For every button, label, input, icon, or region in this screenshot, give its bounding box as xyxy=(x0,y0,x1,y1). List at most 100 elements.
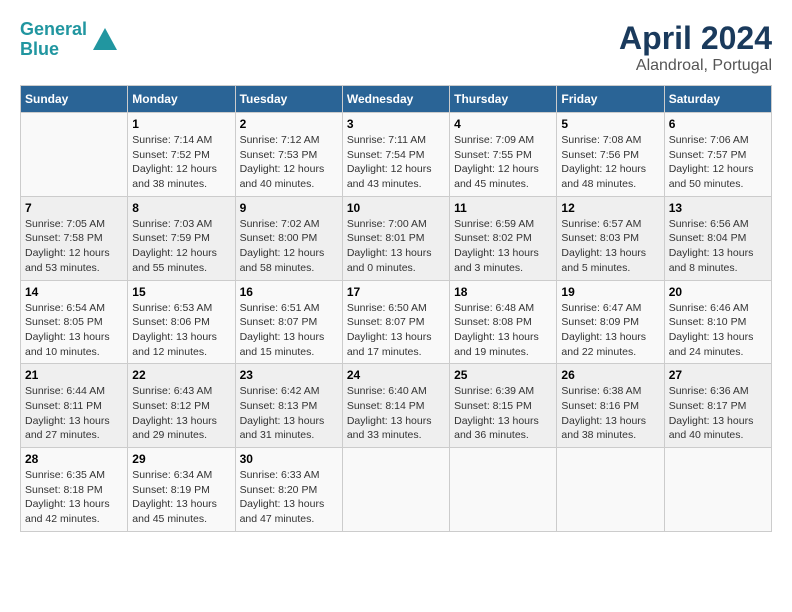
day-info: Sunrise: 6:44 AM Sunset: 8:11 PM Dayligh… xyxy=(25,384,123,443)
day-number: 12 xyxy=(561,201,659,215)
calendar-cell: 16 Sunrise: 6:51 AM Sunset: 8:07 PM Dayli… xyxy=(235,280,342,364)
day-number: 25 xyxy=(454,368,552,382)
day-number: 1 xyxy=(132,117,230,131)
day-number: 14 xyxy=(25,285,123,299)
calendar-cell: 15 Sunrise: 6:53 AM Sunset: 8:06 PM Dayli… xyxy=(128,280,235,364)
calendar-cell: 8 Sunrise: 7:03 AM Sunset: 7:59 PM Daylig… xyxy=(128,196,235,280)
day-number: 3 xyxy=(347,117,445,131)
day-number: 20 xyxy=(669,285,767,299)
day-number: 15 xyxy=(132,285,230,299)
calendar-cell: 1Sunrise: 7:14 AM Sunset: 7:52 PM Daylig… xyxy=(128,113,235,197)
day-info: Sunrise: 7:12 AM Sunset: 7:53 PM Dayligh… xyxy=(240,133,338,192)
calendar-week-row: 14 Sunrise: 6:54 AM Sunset: 8:05 PM Dayli… xyxy=(21,280,772,364)
day-info: Sunrise: 6:33 AM Sunset: 8:20 PM Dayligh… xyxy=(240,468,338,527)
day-info: Sunrise: 7:09 AM Sunset: 7:55 PM Dayligh… xyxy=(454,133,552,192)
day-number: 13 xyxy=(669,201,767,215)
day-info: Sunrise: 6:46 AM Sunset: 8:10 PM Dayligh… xyxy=(669,301,767,360)
calendar-cell: 2 Sunrise: 7:12 AM Sunset: 7:53 PM Daylig… xyxy=(235,113,342,197)
day-number: 11 xyxy=(454,201,552,215)
calendar-col-header: Sunday xyxy=(21,86,128,113)
calendar-week-row: 28 Sunrise: 6:35 AM Sunset: 8:18 PM Dayli… xyxy=(21,448,772,532)
day-info: Sunrise: 7:02 AM Sunset: 8:00 PM Dayligh… xyxy=(240,217,338,276)
calendar-cell: 25 Sunrise: 6:39 AM Sunset: 8:15 PM Dayli… xyxy=(450,364,557,448)
day-info: Sunrise: 6:57 AM Sunset: 8:03 PM Dayligh… xyxy=(561,217,659,276)
day-number: 28 xyxy=(25,452,123,466)
calendar-col-header: Saturday xyxy=(664,86,771,113)
day-info: Sunrise: 6:54 AM Sunset: 8:05 PM Dayligh… xyxy=(25,301,123,360)
calendar-cell xyxy=(664,448,771,532)
day-info: Sunrise: 6:42 AM Sunset: 8:13 PM Dayligh… xyxy=(240,384,338,443)
calendar-cell: 3Sunrise: 7:11 AM Sunset: 7:54 PM Daylig… xyxy=(342,113,449,197)
day-number: 7 xyxy=(25,201,123,215)
page-title: April 2024 xyxy=(619,20,772,57)
logo-text: GeneralBlue xyxy=(20,20,87,60)
calendar-cell: 26Sunrise: 6:38 AM Sunset: 8:16 PM Dayli… xyxy=(557,364,664,448)
day-number: 29 xyxy=(132,452,230,466)
calendar-cell: 14 Sunrise: 6:54 AM Sunset: 8:05 PM Dayli… xyxy=(21,280,128,364)
day-info: Sunrise: 6:39 AM Sunset: 8:15 PM Dayligh… xyxy=(454,384,552,443)
day-info: Sunrise: 6:34 AM Sunset: 8:19 PM Dayligh… xyxy=(132,468,230,527)
calendar-cell xyxy=(21,113,128,197)
calendar-cell: 10 Sunrise: 7:00 AM Sunset: 8:01 PM Dayli… xyxy=(342,196,449,280)
calendar-cell: 30 Sunrise: 6:33 AM Sunset: 8:20 PM Dayli… xyxy=(235,448,342,532)
day-number: 19 xyxy=(561,285,659,299)
day-number: 27 xyxy=(669,368,767,382)
calendar-cell: 7 Sunrise: 7:05 AM Sunset: 7:58 PM Daylig… xyxy=(21,196,128,280)
calendar-week-row: 7 Sunrise: 7:05 AM Sunset: 7:58 PM Daylig… xyxy=(21,196,772,280)
calendar-cell: 5 Sunrise: 7:08 AM Sunset: 7:56 PM Daylig… xyxy=(557,113,664,197)
calendar-cell: 23 Sunrise: 6:42 AM Sunset: 8:13 PM Dayli… xyxy=(235,364,342,448)
day-number: 8 xyxy=(132,201,230,215)
calendar-cell: 27 Sunrise: 6:36 AM Sunset: 8:17 PM Dayli… xyxy=(664,364,771,448)
day-info: Sunrise: 6:35 AM Sunset: 8:18 PM Dayligh… xyxy=(25,468,123,527)
day-number: 16 xyxy=(240,285,338,299)
calendar-cell xyxy=(342,448,449,532)
day-number: 30 xyxy=(240,452,338,466)
day-number: 18 xyxy=(454,285,552,299)
day-info: Sunrise: 6:50 AM Sunset: 8:07 PM Dayligh… xyxy=(347,301,445,360)
calendar-cell: 19 Sunrise: 6:47 AM Sunset: 8:09 PM Dayli… xyxy=(557,280,664,364)
calendar-col-header: Wednesday xyxy=(342,86,449,113)
day-number: 9 xyxy=(240,201,338,215)
day-info: Sunrise: 6:56 AM Sunset: 8:04 PM Dayligh… xyxy=(669,217,767,276)
day-info: Sunrise: 6:51 AM Sunset: 8:07 PM Dayligh… xyxy=(240,301,338,360)
calendar-cell: 22Sunrise: 6:43 AM Sunset: 8:12 PM Dayli… xyxy=(128,364,235,448)
day-number: 4 xyxy=(454,117,552,131)
logo-icon xyxy=(91,26,119,54)
calendar-col-header: Thursday xyxy=(450,86,557,113)
day-info: Sunrise: 6:43 AM Sunset: 8:12 PM Dayligh… xyxy=(132,384,230,443)
calendar-col-header: Tuesday xyxy=(235,86,342,113)
day-info: Sunrise: 6:47 AM Sunset: 8:09 PM Dayligh… xyxy=(561,301,659,360)
calendar-cell: 21Sunrise: 6:44 AM Sunset: 8:11 PM Dayli… xyxy=(21,364,128,448)
day-info: Sunrise: 7:03 AM Sunset: 7:59 PM Dayligh… xyxy=(132,217,230,276)
calendar-cell xyxy=(450,448,557,532)
calendar-col-header: Monday xyxy=(128,86,235,113)
calendar-cell: 9 Sunrise: 7:02 AM Sunset: 8:00 PM Daylig… xyxy=(235,196,342,280)
day-info: Sunrise: 6:59 AM Sunset: 8:02 PM Dayligh… xyxy=(454,217,552,276)
day-number: 24 xyxy=(347,368,445,382)
day-number: 23 xyxy=(240,368,338,382)
day-number: 5 xyxy=(561,117,659,131)
calendar-table: SundayMondayTuesdayWednesdayThursdayFrid… xyxy=(20,85,772,532)
day-info: Sunrise: 7:00 AM Sunset: 8:01 PM Dayligh… xyxy=(347,217,445,276)
day-info: Sunrise: 6:36 AM Sunset: 8:17 PM Dayligh… xyxy=(669,384,767,443)
calendar-cell: 13 Sunrise: 6:56 AM Sunset: 8:04 PM Dayli… xyxy=(664,196,771,280)
calendar-cell: 12 Sunrise: 6:57 AM Sunset: 8:03 PM Dayli… xyxy=(557,196,664,280)
day-number: 10 xyxy=(347,201,445,215)
day-info: Sunrise: 7:06 AM Sunset: 7:57 PM Dayligh… xyxy=(669,133,767,192)
calendar-col-header: Friday xyxy=(557,86,664,113)
calendar-cell: 4 Sunrise: 7:09 AM Sunset: 7:55 PM Daylig… xyxy=(450,113,557,197)
calendar-header-row: SundayMondayTuesdayWednesdayThursdayFrid… xyxy=(21,86,772,113)
calendar-cell xyxy=(557,448,664,532)
day-info: Sunrise: 6:53 AM Sunset: 8:06 PM Dayligh… xyxy=(132,301,230,360)
day-info: Sunrise: 7:05 AM Sunset: 7:58 PM Dayligh… xyxy=(25,217,123,276)
page-header: GeneralBlue April 2024 Alandroal, Portug… xyxy=(20,20,772,75)
calendar-cell: 29 Sunrise: 6:34 AM Sunset: 8:19 PM Dayli… xyxy=(128,448,235,532)
page-subtitle: Alandroal, Portugal xyxy=(619,57,772,75)
day-info: Sunrise: 6:38 AM Sunset: 8:16 PM Dayligh… xyxy=(561,384,659,443)
calendar-cell: 11 Sunrise: 6:59 AM Sunset: 8:02 PM Dayli… xyxy=(450,196,557,280)
title-block: April 2024 Alandroal, Portugal xyxy=(619,20,772,75)
day-number: 17 xyxy=(347,285,445,299)
calendar-week-row: 1Sunrise: 7:14 AM Sunset: 7:52 PM Daylig… xyxy=(21,113,772,197)
day-number: 2 xyxy=(240,117,338,131)
day-info: Sunrise: 7:08 AM Sunset: 7:56 PM Dayligh… xyxy=(561,133,659,192)
